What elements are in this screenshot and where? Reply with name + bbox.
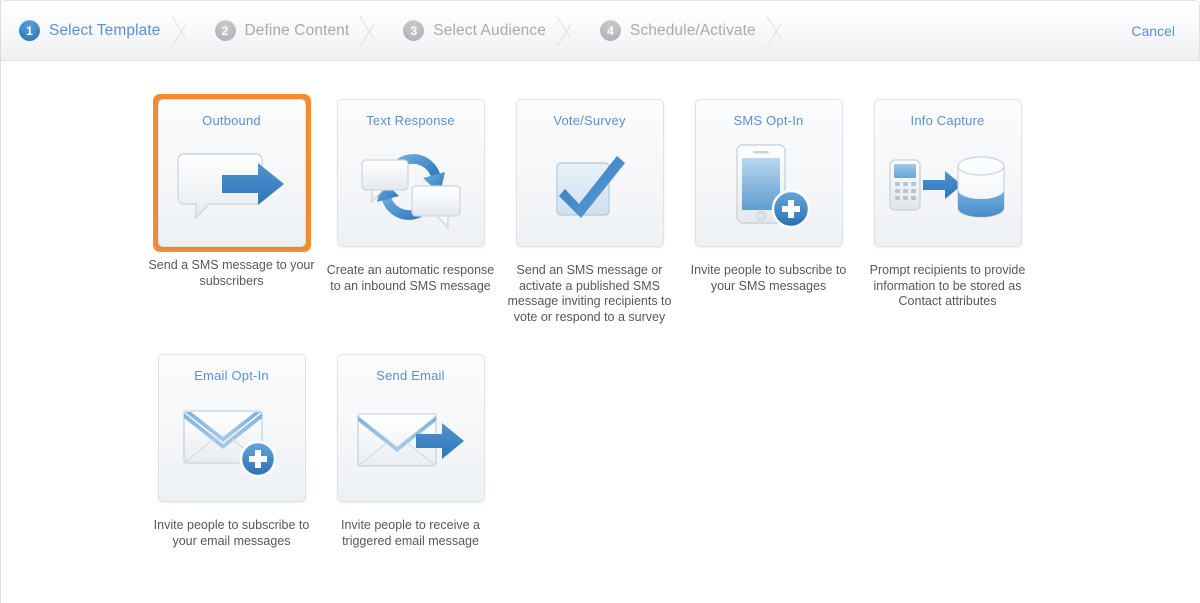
two-bubbles-cycle-icon (338, 128, 484, 246)
template-card-sms-opt-in[interactable]: SMS Opt-In Invite people to subscribe to… (679, 94, 858, 325)
step-label: Select Template (49, 21, 161, 39)
wizard-steps: 1 Select Template 2 Define Content 3 Sel… (1, 1, 790, 60)
card-caption: Send a SMS message to your subscribers (148, 258, 315, 288)
template-card-vote-survey[interactable]: Vote/Survey Send an SMS message or activ… (500, 94, 679, 325)
card-title: Text Response (366, 113, 455, 128)
wizard-step-select-audience[interactable]: 3 Select Audience (383, 1, 580, 60)
card-border: Info Capture (869, 94, 1027, 252)
card-border: Vote/Survey (511, 94, 669, 252)
card-caption: Send an SMS message or activate a publis… (507, 263, 672, 324)
envelope-plus-icon (159, 383, 305, 501)
card-title: Outbound (202, 113, 261, 128)
phone-plus-icon (696, 128, 842, 246)
card-border: Email Opt-In (153, 349, 311, 507)
card-surface[interactable]: Vote/Survey (515, 99, 664, 247)
step-number-badge: 4 (599, 20, 621, 41)
card-caption: Invite people to subscribe to your email… (153, 518, 310, 548)
step-number-badge: 2 (214, 20, 236, 41)
wizard-step-bar: 1 Select Template 2 Define Content 3 Sel… (1, 0, 1200, 61)
cancel-container: Cancel (1131, 1, 1199, 60)
card-surface[interactable]: Outbound (157, 99, 306, 247)
step-number-badge: 3 (403, 20, 425, 41)
template-grid: Outbound Send a SMS message to your subs… (1, 94, 1200, 549)
envelope-arrow-icon (338, 383, 484, 501)
step-label: Schedule/Activate (629, 21, 756, 39)
card-title: Email Opt-In (194, 368, 269, 383)
card-border: SMS Opt-In (690, 94, 848, 252)
selection-highlight-border: Outbound (152, 94, 311, 252)
step-label: Select Audience (433, 21, 546, 39)
cancel-button[interactable]: Cancel (1131, 23, 1175, 39)
step-number-badge: 1 (19, 20, 40, 41)
template-card-outbound[interactable]: Outbound Send a SMS message to your subs… (142, 94, 321, 325)
card-surface[interactable]: Send Email (336, 354, 485, 502)
card-caption: Prompt recipients to provide information… (869, 263, 1026, 308)
card-border: Send Email (332, 349, 490, 507)
template-card-text-response[interactable]: Text Response Create an automatic respon… (321, 94, 500, 325)
card-surface[interactable]: Text Response (336, 99, 485, 247)
template-selection-page: 1 Select Template 2 Define Content 3 Sel… (0, 0, 1200, 603)
card-caption: Create an automatic response to an inbou… (326, 263, 495, 293)
wizard-step-define-content[interactable]: 2 Define Content (195, 1, 384, 60)
chevron-separator-icon (557, 1, 581, 60)
template-card-email-opt-in[interactable]: Email Opt-In Invite people to subscribe … (142, 349, 321, 549)
speech-bubble-arrow-icon (159, 128, 305, 246)
card-title: SMS Opt-In (733, 113, 804, 128)
wizard-step-schedule-activate[interactable]: 4 Schedule/Activate (580, 1, 790, 60)
wizard-step-select-template[interactable]: 1 Select Template (1, 1, 195, 60)
chevron-separator-icon (767, 1, 791, 60)
keypad-database-icon (875, 128, 1021, 246)
card-surface[interactable]: Info Capture (873, 99, 1022, 247)
card-title: Vote/Survey (553, 113, 626, 128)
card-border: Text Response (332, 94, 490, 252)
card-caption: Invite people to receive a triggered ema… (341, 518, 480, 548)
card-title: Info Capture (910, 113, 985, 128)
card-surface[interactable]: Email Opt-In (157, 354, 306, 502)
card-surface[interactable]: SMS Opt-In (694, 99, 843, 247)
template-card-info-capture[interactable]: Info Capture Prompt recipients to provid… (858, 94, 1037, 325)
checkbox-check-icon (517, 128, 663, 246)
step-label: Define Content (244, 21, 350, 39)
template-card-send-email[interactable]: Send Email Invite people to receive a tr… (321, 349, 500, 549)
card-title: Send Email (376, 368, 445, 383)
template-grid-container: Outbound Send a SMS message to your subs… (1, 61, 1200, 549)
chevron-separator-icon (360, 1, 384, 60)
chevron-separator-icon (172, 1, 196, 60)
card-caption: Invite people to subscribe to your SMS m… (690, 263, 847, 293)
